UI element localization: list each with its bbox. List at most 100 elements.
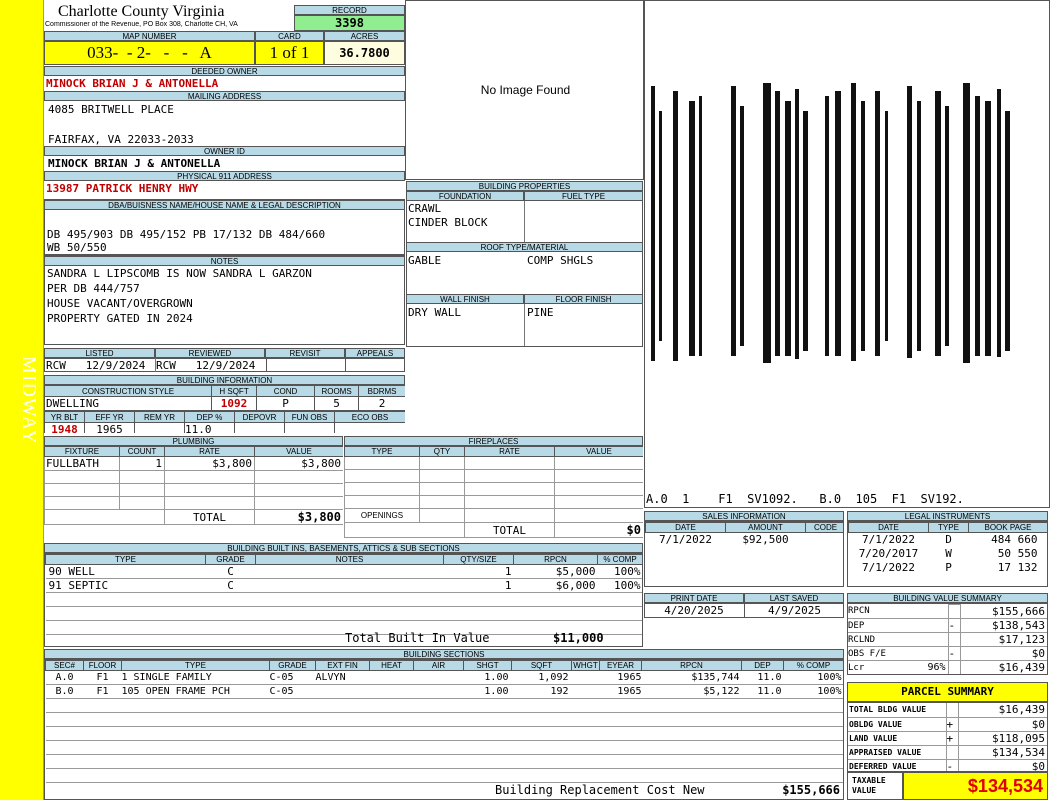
card-label: CARD [255,31,324,41]
taxable-value: $134,534 [903,772,1048,800]
table-row: 90 WELL C 1 $5,000 100% [45,565,642,579]
bi2-notes-1 [256,565,444,579]
table-row: RPCN $155,666 [848,604,1047,619]
side-bar: MIDWAY [0,0,44,800]
bi-h-remyr: REM YR [134,411,185,423]
no-image-text: No Image Found [480,83,571,97]
bi2-h-comp: % COMP [597,554,642,565]
revisit-label: REVISIT [265,348,345,358]
sec-h-3: GRADE [269,660,316,671]
bi2-type-2: 91 SEPTIC [48,579,109,592]
sections-header-row: SEC# FLOOR TYPE GRADE EXT FIN HEAT AIR S… [45,660,843,671]
plumbing-total-label: TOTAL [164,509,255,525]
parcel-sign-5: - [945,759,959,771]
bi-v-rooms: 5 [314,396,360,411]
bvs-table: RPCN $155,666 DEP - $138,543 RCLND $17,1… [848,604,1047,675]
sections-total: $155,666 [782,784,840,797]
sec-r2-c6 [414,685,464,699]
sketch-area: A.0 1 F1 SV1092. B.0 105 F1 SV192. [644,0,1050,508]
legal-type-3: P [945,561,952,574]
parcel-value-4: $134,534 [992,745,1045,759]
sec-r1-c4: ALVYN [315,672,346,683]
bvs-label: BUILDING VALUE SUMMARY [847,593,1048,603]
plumbing-fixture: FULLBATH [44,456,120,471]
bvs-pct-5: 96% [927,662,946,674]
listed-value: RCW 12/9/2024 [46,359,146,372]
legal-date-3: 7/1/2022 [862,561,915,574]
sec-h-4: EXT FIN [315,660,370,671]
bvs-value-5: $16,439 [998,661,1045,675]
print-date-label: PRINT DATE [644,593,744,603]
sec-h-12: DEP [741,660,784,671]
table-row: FULLBATH 1 $3,800 $3,800 [44,456,343,471]
bvs-pct-4 [908,646,948,661]
fireplaces-total-label: TOTAL [464,522,555,538]
parcel-label-4: APPRAISED VALUE [849,747,922,757]
deeded-owner-label: DEEDED OWNER [44,66,405,76]
sec-r2-c4 [316,685,370,699]
bvs-grid: RPCN $155,666 DEP - $138,543 RCLND $17,1… [847,603,1048,675]
mailing-line1: 4085 BRITWELL PLACE [48,103,174,116]
table-row: Lcr 96% $16,439 [848,660,1047,675]
bi-h-rooms: ROOMS [314,385,360,397]
foundation-divider [524,201,525,242]
bvs-value-3: $17,123 [960,632,1047,647]
plumbing-count: 1 [119,456,165,471]
parcel-grid: TOTAL BLDG VALUE $16,439 OBLDG VALUE + $… [847,702,1048,772]
sections-total-label: Building Replacement Cost New [495,784,705,797]
sales-h-code: CODE [805,522,843,533]
bi2-comp-1: 100% [614,565,641,578]
plumbing-value: $3,800 [254,456,343,471]
table-row: OBS F/E - $0 [848,646,1047,661]
appeals-label: APPEALS [345,348,405,358]
sec-r2-c7: 1.00 [484,686,509,697]
sales-code [806,533,844,547]
reviewed-value: RCW 12/9/2024 [156,359,256,372]
sketch-caption: A.0 1 F1 SV1092. B.0 105 F1 SV192. [646,492,964,506]
wall-finish-label: WALL FINISH [406,294,524,304]
fueltype-label: FUEL TYPE [524,191,643,201]
sec-r2-c5 [370,685,414,699]
parcel-label-5: DEFERRED VALUE [849,761,917,771]
sales-grid: DATE AMOUNT CODE 7/1/2022 $92,500 [644,521,844,587]
floor-finish-label: FLOOR FINISH [524,294,643,304]
sec-r2-c10: 1965 [617,686,642,697]
parcel-title: PARCEL SUMMARY [847,682,1048,702]
dba-line1: DB 495/903 DB 495/152 PB 17/132 DB 484/6… [47,228,326,241]
bi2-grade-1: C [227,565,234,578]
sec-h-0: SEC# [45,660,84,671]
sec-r1-c0: A.0 [55,672,74,683]
listed-label: LISTED [44,348,155,358]
owner-id-value: MINOCK BRIAN J & ANTONELLA [48,157,221,170]
sec-r1-c13: 100% [817,672,842,683]
bi-v-yrblt: 1948 [44,422,85,433]
appeals-value [345,359,404,372]
fireplaces-h-rate: RATE [464,446,555,457]
bi-h-ecoobs: ECO OBS [334,411,405,423]
county-title: Charlotte County Virginia [58,3,225,20]
sec-r2-c3: C-05 [269,686,294,697]
building-info-table-2: YR BLT EFF YR REM YR DEP % DEPOVR FUN OB… [44,411,405,433]
fireplaces-h-value: VALUE [554,446,643,457]
table-row: B.0 F1 105 OPEN FRAME PCH C-05 1.00 192 … [45,685,843,699]
bi-h-funobs: FUN OBS [284,411,335,423]
sec-r2-c0: B.0 [55,686,74,697]
sales-h-date: DATE [645,522,726,533]
plumbing-grid: FIXTURE COUNT RATE VALUE FULLBATH 1 $3,8… [44,446,343,528]
table-row: LAND VALUE + $118,095 [848,731,1047,745]
sales-date: 7/1/2022 [659,533,712,547]
foundation-label: FOUNDATION [406,191,524,201]
taxable-label: TAXABLE VALUE [847,772,903,800]
table-row: TOTAL BLDG VALUE $16,439 [848,703,1047,717]
sec-r2-c1: F1 [96,686,109,697]
parcel-value-1: $16,439 [998,703,1045,717]
foundation-line1: CRAWL [408,202,442,215]
parcel-sign-1 [945,703,959,717]
sec-h-13: % COMP [783,660,843,671]
bi-v-dep: 11.0 [184,422,235,433]
foundation-line2: CINDER BLOCK [408,216,488,229]
parcel-label-2: OBLDG VALUE [849,719,902,729]
sales-table: DATE AMOUNT CODE 7/1/2022 $92,500 [645,522,844,547]
acres-label: ACRES [324,31,405,41]
bi-h-effyr: EFF YR [84,411,135,423]
